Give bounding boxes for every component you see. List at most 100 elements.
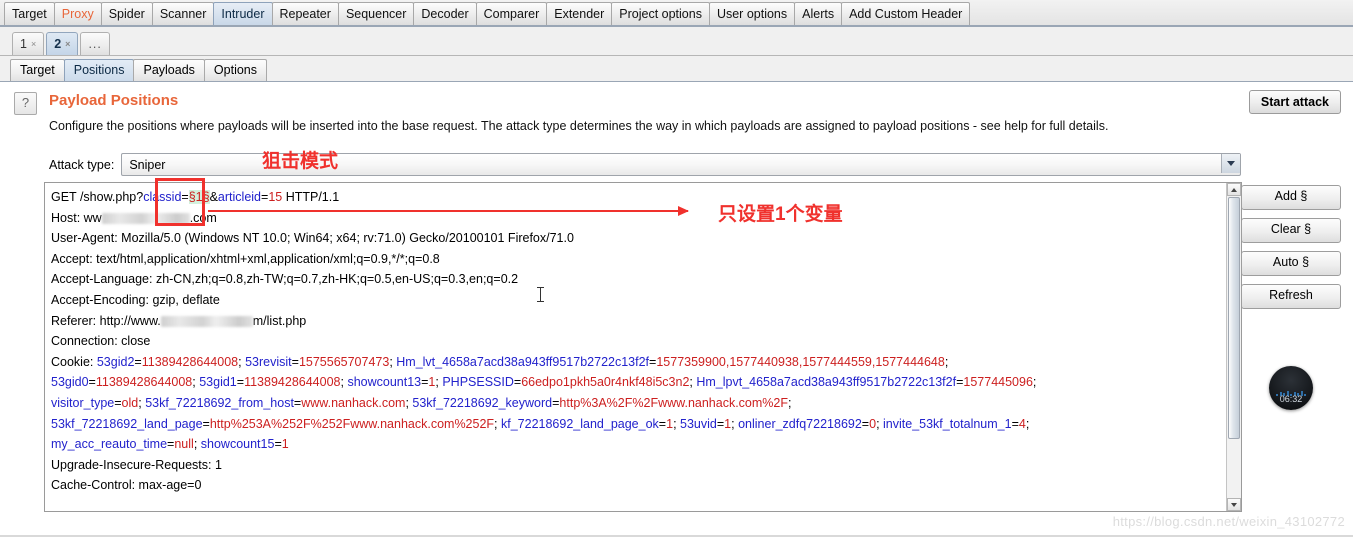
http-version: HTTP/1.1 <box>282 190 340 204</box>
attack-tab-1[interactable]: 1 × <box>12 32 45 55</box>
tab-positions[interactable]: Positions <box>63 59 135 81</box>
header-cookie-continued: 53gid0=11389428644008; 53gid1=1138942864… <box>51 375 1037 390</box>
annotation-arrow <box>208 206 689 216</box>
main-tab-project-options[interactable]: Project options <box>611 2 710 25</box>
main-tab-proxy[interactable]: Proxy <box>53 2 102 25</box>
add-button[interactable]: Add § <box>1241 185 1341 210</box>
attack-tab-label: 1 <box>20 37 27 51</box>
main-tab-target[interactable]: Target <box>4 2 55 25</box>
watermark: https://blog.csdn.net/weixin_43102772 <box>1112 514 1345 529</box>
tab-options[interactable]: Options <box>203 59 268 81</box>
request-text[interactable]: GET /show.php?classid=§1§&articleid=15 H… <box>45 183 1227 511</box>
close-icon[interactable]: × <box>31 39 36 49</box>
cookie-key: Hm_lvt_4658a7acd38a943ff9517b2722c13f2f <box>396 354 650 369</box>
header-cookie-continued: 53kf_72218692_land_page=http%253A%252F%2… <box>51 416 1030 431</box>
main-tab-intruder[interactable]: Intruder <box>213 2 273 25</box>
request-method-path: GET /show.php? <box>51 190 144 204</box>
payload-marker-buttons: Add § Clear § Auto § Refresh <box>1241 185 1341 309</box>
attack-type-label: Attack type: <box>49 157 115 172</box>
main-tab-sequencer[interactable]: Sequencer <box>337 2 415 25</box>
clock-widget[interactable]: 06:32 <box>1269 366 1313 410</box>
tab-target[interactable]: Target <box>10 59 65 81</box>
cookie-key: my_acc_reauto_time <box>51 437 168 452</box>
cookie-value: 1577445096 <box>963 375 1033 390</box>
main-tab-spider[interactable]: Spider <box>100 2 153 25</box>
scroll-up-icon[interactable] <box>1227 183 1241 196</box>
request-line: GET /show.php?classid=§1§&articleid=15 H… <box>51 190 340 204</box>
attack-tab-moremoremore[interactable]: ... <box>80 32 110 55</box>
main-tab-bar: Target Proxy Spider Scanner Intruder Repeater… <box>0 0 1353 27</box>
cookie-key: Hm_lpvt_4658a7acd38a943ff9517b2722c13f2f <box>696 375 957 390</box>
cookie-key: PHPSESSID <box>442 375 514 390</box>
main-tab-decoder[interactable]: Decoder <box>413 2 477 25</box>
cookie-key: 53uvid <box>680 416 717 431</box>
refresh-button[interactable]: Refresh <box>1241 284 1341 309</box>
cookie-key: 53gid2 <box>96 354 135 369</box>
header-accept-encoding: Accept-Encoding: gzip, deflate <box>51 292 220 307</box>
cookie-value: 11389428644008 <box>244 375 341 390</box>
attack-type-row: Attack type: Sniper <box>49 153 1241 176</box>
header-cache-control: Cache-Control: max-age=0 <box>51 478 202 493</box>
attack-type-value: Sniper <box>129 157 166 172</box>
attack-tab-label: 2 <box>54 37 62 51</box>
header-cookie-continued: visitor_type=old; 53kf_72218692_from_hos… <box>51 395 792 410</box>
attack-tab-2[interactable]: 2 × <box>46 32 79 55</box>
header-cookie: Cookie: 53gid2=11389428644008; 53revisit… <box>51 354 949 369</box>
header-upgrade-insecure-requests: Upgrade-Insecure-Requests: 1 <box>51 457 222 472</box>
payload-positions-panel: ? Payload Positions Configure the positi… <box>0 82 1353 537</box>
text-cursor-icon <box>537 287 544 302</box>
tab-payloads[interactable]: Payloads <box>133 59 205 81</box>
main-tab-repeater[interactable]: Repeater <box>271 2 339 25</box>
main-tab-add-custom-header[interactable]: Add Custom Header <box>841 2 971 25</box>
attack-tab-label: ... <box>88 37 102 51</box>
header-accept-language: Accept-Language: zh-CN,zh;q=0.8,zh-TW;q=… <box>51 272 519 287</box>
cookie-value: null <box>174 437 194 452</box>
cookie-key: kf_72218692_land_page_ok <box>501 416 659 431</box>
auto-button[interactable]: Auto § <box>1241 251 1341 276</box>
scrollbar-thumb[interactable] <box>1228 197 1240 439</box>
page-title: Payload Positions <box>49 92 179 109</box>
header-cookie-continued: my_acc_reauto_time=null; showcount15=1 <box>51 437 289 452</box>
close-icon[interactable]: × <box>65 39 70 49</box>
header-user-agent: User-Agent: Mozilla/5.0 (Windows NT 10.0… <box>51 231 574 246</box>
start-attack-button[interactable]: Start attack <box>1248 90 1341 114</box>
clock-time: 06:32 <box>1279 394 1303 404</box>
cookie-key: 53kf_72218692_from_host <box>145 395 294 410</box>
cookie-value: 11389428644008 <box>141 354 239 369</box>
main-tab-user-options[interactable]: User options <box>708 2 796 25</box>
cookie-value: 1575565707473 <box>298 354 390 369</box>
intruder-inner-tab-bar: Target Positions Payloads Options <box>0 56 1353 82</box>
clear-button[interactable]: Clear § <box>1241 218 1341 243</box>
main-tab-scanner[interactable]: Scanner <box>151 2 215 25</box>
header-connection: Connection: close <box>51 334 151 349</box>
scroll-down-icon[interactable] <box>1227 498 1241 511</box>
redacted-text <box>160 315 253 327</box>
chevron-down-icon[interactable] <box>1221 154 1240 173</box>
header-accept: Accept: text/html,application/xhtml+xml,… <box>51 251 440 266</box>
cookie-key: 53revisit <box>245 354 292 369</box>
cookie-key: showcount15 <box>200 437 275 452</box>
cookie-value: 1577359900,1577440938,1577444559,1577444… <box>656 354 945 369</box>
main-tab-alerts[interactable]: Alerts <box>794 2 843 25</box>
annotation-attack-type: 狙击模式 <box>262 151 339 172</box>
main-tab-extender[interactable]: Extender <box>546 2 613 25</box>
main-tab-comparer[interactable]: Comparer <box>475 2 548 25</box>
editor-vertical-scrollbar[interactable] <box>1226 183 1241 511</box>
cookie-key: invite_53kf_totalnum_1 <box>883 416 1012 431</box>
param-articleid-value: 15 <box>268 190 283 204</box>
annotation-box-marker <box>155 178 205 226</box>
help-icon[interactable]: ? <box>14 92 37 115</box>
cookie-key: 53kf_72218692_keyword <box>412 395 553 410</box>
attack-tab-bar: 1 × 2 ×... <box>0 27 1353 56</box>
header-referer: Referer: http://www. m/list.php <box>51 313 307 328</box>
param-articleid-key: articleid <box>217 190 261 204</box>
cookie-value: 4 <box>1018 416 1026 431</box>
cookie-label: Cookie: <box>51 354 97 369</box>
annotation-single-variable: 只设置1个变量 <box>718 204 843 225</box>
request-editor[interactable]: GET /show.php?classid=§1§&articleid=15 H… <box>44 182 1242 512</box>
cookie-value: http%253A%252F%252Fwww.nanhack.com%252F <box>209 416 495 431</box>
cookie-value: http%3A%2F%2Fwww.nanhack.com%2F <box>559 395 788 410</box>
cookie-key: 53gid1 <box>199 375 237 390</box>
cookie-key: visitor_type <box>51 395 115 410</box>
cookie-key: 53kf_72218692_land_page <box>51 416 203 431</box>
